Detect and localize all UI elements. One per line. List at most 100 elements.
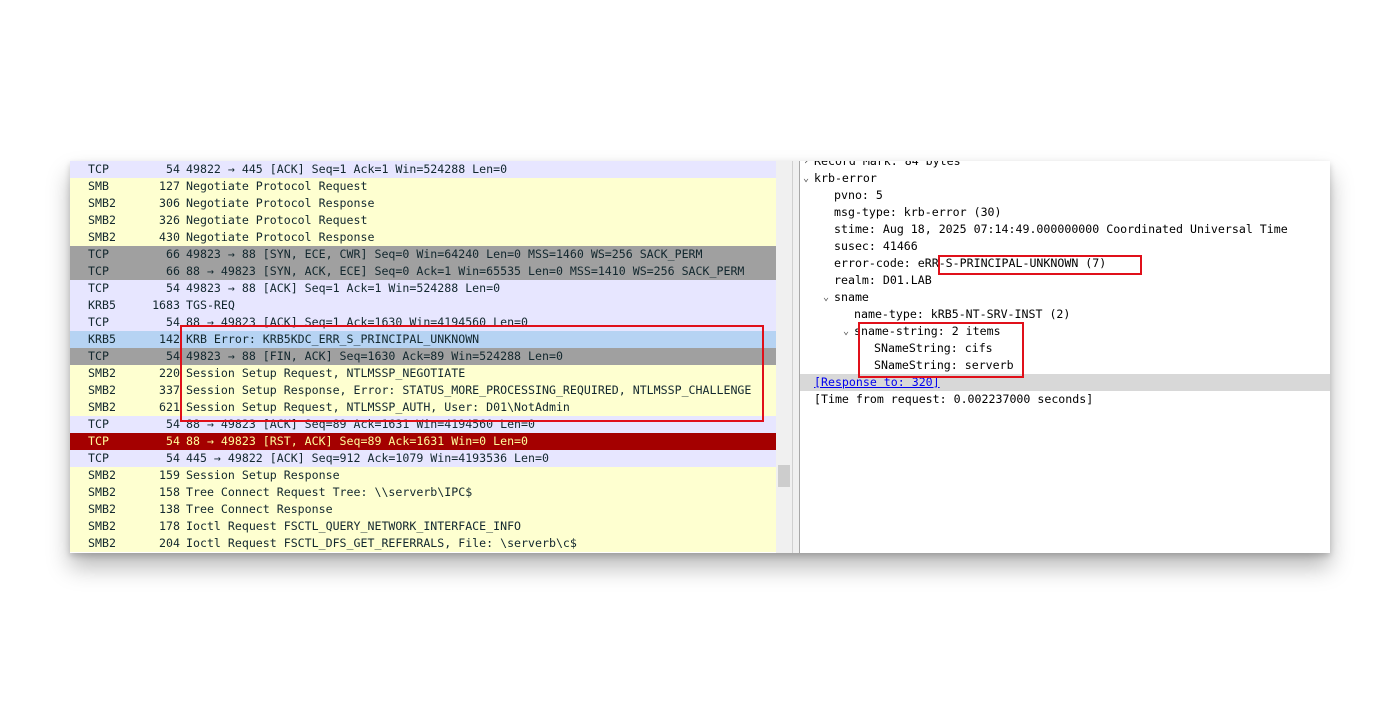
- packet-protocol: SMB2: [88, 383, 116, 397]
- packet-info: 49823 → 88 [SYN, ECE, CWR] Seq=0 Win=642…: [186, 247, 703, 261]
- packet-row[interactable]: KRB5 1683 TGS-REQ: [70, 297, 776, 314]
- packet-protocol: TCP: [88, 417, 109, 431]
- packet-protocol: TCP: [88, 434, 109, 448]
- packet-row[interactable]: TCP 54 49823 → 88 [FIN, ACK] Seq=1630 Ack=…: [70, 348, 776, 365]
- packet-row[interactable]: TCP 54 49822 → 445 [ACK] Seq=1 Ack=1 Win=5…: [70, 161, 776, 178]
- packet-row[interactable]: SMB 127 Negotiate Protocol Request: [70, 178, 776, 195]
- detail-text: msg-type: krb-error (30): [834, 205, 1002, 219]
- chevron-down-icon[interactable]: ⌄: [800, 170, 812, 187]
- packet-info: Ioctl Request FSCTL_QUERY_NETWORK_INTERF…: [186, 519, 522, 533]
- packet-row[interactable]: SMB2 621 Session Setup Request, NTLMSSP_AU…: [70, 399, 776, 416]
- packet-row[interactable]: SMB2 204 Ioctl Request FSCTL_DFS_GET_REFER…: [70, 535, 776, 552]
- packet-length: 54: [166, 451, 180, 465]
- packet-protocol: SMB2: [88, 519, 116, 533]
- packet-length: 54: [166, 162, 180, 176]
- packet-row[interactable]: SMB2 159 Session Setup Response: [70, 467, 776, 484]
- packet-row[interactable]: SMB2 337 Session Setup Response, Error: ST…: [70, 382, 776, 399]
- packet-protocol: SMB: [88, 179, 109, 193]
- detail-row-pvno[interactable]: pvno: 5: [800, 187, 1330, 204]
- packet-info: Session Setup Request, NTLMSSP_NEGOTIATE: [186, 366, 466, 380]
- detail-text[interactable]: [Response to: 320]: [814, 374, 940, 391]
- detail-text: susec: 41466: [834, 239, 918, 253]
- packet-info: Tree Connect Response: [186, 502, 333, 516]
- packet-info: 88 → 49823 [SYN, ACK, ECE] Seq=0 Ack=1 W…: [186, 264, 745, 278]
- detail-row-time-from-request[interactable]: [Time from request: 0.002237000 seconds]: [800, 391, 1330, 408]
- chevron-down-icon[interactable]: ⌄: [820, 289, 832, 306]
- pane-splitter[interactable]: [792, 161, 800, 553]
- packet-length: 66: [166, 247, 180, 261]
- packet-protocol: TCP: [88, 247, 109, 261]
- detail-row-susec[interactable]: susec: 41466: [800, 238, 1330, 255]
- packet-info: TGS-REQ: [186, 298, 235, 312]
- packet-protocol: KRB5: [88, 298, 116, 312]
- packet-length: 138: [159, 502, 180, 516]
- packet-length: 54: [166, 315, 180, 329]
- packet-row[interactable]: SMB2 220 Session Setup Request, NTLMSSP_NE…: [70, 365, 776, 382]
- packet-info: 88 → 49823 [ACK] Seq=1 Ack=1630 Win=4194…: [186, 315, 529, 329]
- packet-protocol: TCP: [88, 451, 109, 465]
- chevron-down-icon[interactable]: ⌄: [840, 323, 852, 340]
- packet-row[interactable]: TCP 66 88 → 49823 [SYN, ACK, ECE] Seq=0 Ac…: [70, 263, 776, 280]
- packet-info: Negotiate Protocol Request: [186, 213, 368, 227]
- detail-row-sname-string[interactable]: ⌄ sname-string: 2 items: [800, 323, 1330, 340]
- packet-info: 49822 → 445 [ACK] Seq=1 Ack=1 Win=524288…: [186, 162, 508, 176]
- packet-info: Negotiate Protocol Response: [186, 196, 375, 210]
- detail-row-sname[interactable]: ⌄ sname: [800, 289, 1330, 306]
- packet-protocol: SMB2: [88, 230, 116, 244]
- packet-list: TCP 54 49822 → 445 [ACK] Seq=1 Ack=1 Win=5…: [70, 161, 776, 553]
- packet-row[interactable]: TCP 66 49823 → 88 [SYN, ECE, CWR] Seq=0 Wi…: [70, 246, 776, 263]
- packet-info: Session Setup Request, NTLMSSP_AUTH, Use…: [186, 400, 570, 414]
- detail-row-snamestring-serverb[interactable]: SNameString: serverb: [800, 357, 1330, 374]
- packet-protocol: TCP: [88, 162, 109, 176]
- packet-protocol: SMB2: [88, 213, 116, 227]
- detail-row-msg-type[interactable]: msg-type: krb-error (30): [800, 204, 1330, 221]
- packet-row[interactable]: SMB2 138 Tree Connect Response: [70, 501, 776, 518]
- packet-info: 88 → 49823 [ACK] Seq=89 Ack=1631 Win=419…: [186, 417, 536, 431]
- packet-row[interactable]: SMB2 158 Tree Connect Request Tree: \\serv…: [70, 484, 776, 501]
- wireshark-screenshot: TCP 54 49822 → 445 [ACK] Seq=1 Ack=1 Win=5…: [70, 161, 1330, 553]
- packet-info: KRB Error: KRB5KDC_ERR_S_PRINCIPAL_UNKNO…: [186, 332, 480, 346]
- packet-row[interactable]: SMB2 326 Negotiate Protocol Request: [70, 212, 776, 229]
- packet-length: 204: [159, 536, 180, 550]
- packet-row[interactable]: TCP 54 49823 → 88 [ACK] Seq=1 Ack=1 Win=52…: [70, 280, 776, 297]
- detail-text: stime: Aug 18, 2025 07:14:49.000000000 C…: [834, 222, 1288, 236]
- scrollbar-thumb[interactable]: [778, 465, 790, 487]
- detail-text: SNameString: cifs: [874, 341, 993, 355]
- packet-length: 127: [159, 179, 180, 193]
- packet-row[interactable]: TCP 54 88 → 49823 [ACK] Seq=1 Ack=1630 Win…: [70, 314, 776, 331]
- detail-row-snamestring-cifs[interactable]: SNameString: cifs: [800, 340, 1330, 357]
- packet-length: 159: [159, 468, 180, 482]
- packet-protocol: SMB2: [88, 400, 116, 414]
- detail-text: realm: D01.LAB: [834, 273, 932, 287]
- packet-list-scrollbar[interactable]: [776, 161, 792, 553]
- detail-row-stime[interactable]: stime: Aug 18, 2025 07:14:49.000000000 C…: [800, 221, 1330, 238]
- detail-row-realm[interactable]: realm: D01.LAB: [800, 272, 1330, 289]
- packet-row[interactable]: SMB2 178 Ioctl Request FSCTL_QUERY_NETWORK…: [70, 518, 776, 535]
- packet-info: Tree Connect Request Tree: \\serverb\IPC…: [186, 485, 473, 499]
- packet-protocol: TCP: [88, 264, 109, 278]
- detail-text: [Time from request: 0.002237000 seconds]: [814, 392, 1094, 406]
- detail-text: pvno: 5: [834, 188, 883, 202]
- detail-row-krb-error[interactable]: ⌄ krb-error: [800, 170, 1330, 187]
- detail-row-error-code[interactable]: error-code: eRR-S-PRINCIPAL-UNKNOWN (7): [800, 255, 1330, 272]
- packet-row[interactable]: SMB2 306 Negotiate Protocol Response: [70, 195, 776, 212]
- packet-row[interactable]: TCP 54 88 → 49823 [ACK] Seq=89 Ack=1631 Wi…: [70, 416, 776, 433]
- packet-length: 621: [159, 400, 180, 414]
- packet-info: Negotiate Protocol Request: [186, 179, 368, 193]
- packet-row[interactable]: SMB2 430 Negotiate Protocol Response: [70, 229, 776, 246]
- packet-row[interactable]: KRB5 142 KRB Error: KRB5KDC_ERR_S_PRINCIPA…: [70, 331, 776, 348]
- packet-info: Ioctl Request FSCTL_DFS_GET_REFERRALS, F…: [186, 536, 577, 550]
- packet-length: 306: [159, 196, 180, 210]
- chevron-right-icon[interactable]: ›: [800, 161, 812, 170]
- packet-length: 54: [166, 349, 180, 363]
- packet-info: Session Setup Response: [186, 468, 340, 482]
- packet-row[interactable]: TCP 54 445 → 49822 [ACK] Seq=912 Ack=1079 …: [70, 450, 776, 467]
- detail-row-record-mark[interactable]: › Record Mark: 84 bytes: [800, 161, 1330, 170]
- packet-row[interactable]: TCP 54 88 → 49823 [RST, ACK] Seq=89 Ack=16…: [70, 433, 776, 450]
- detail-row-name-type[interactable]: name-type: kRB5-NT-SRV-INST (2): [800, 306, 1330, 323]
- packet-details: › Record Mark: 84 bytes ⌄ krb-error pvno: 5 m…: [800, 161, 1330, 553]
- packet-protocol: SMB2: [88, 502, 116, 516]
- detail-text: error-code: eRR-S-PRINCIPAL-UNKNOWN (7): [834, 256, 1107, 270]
- packet-protocol: SMB2: [88, 366, 116, 380]
- detail-row-response-to[interactable]: [Response to: 320]: [800, 374, 1330, 391]
